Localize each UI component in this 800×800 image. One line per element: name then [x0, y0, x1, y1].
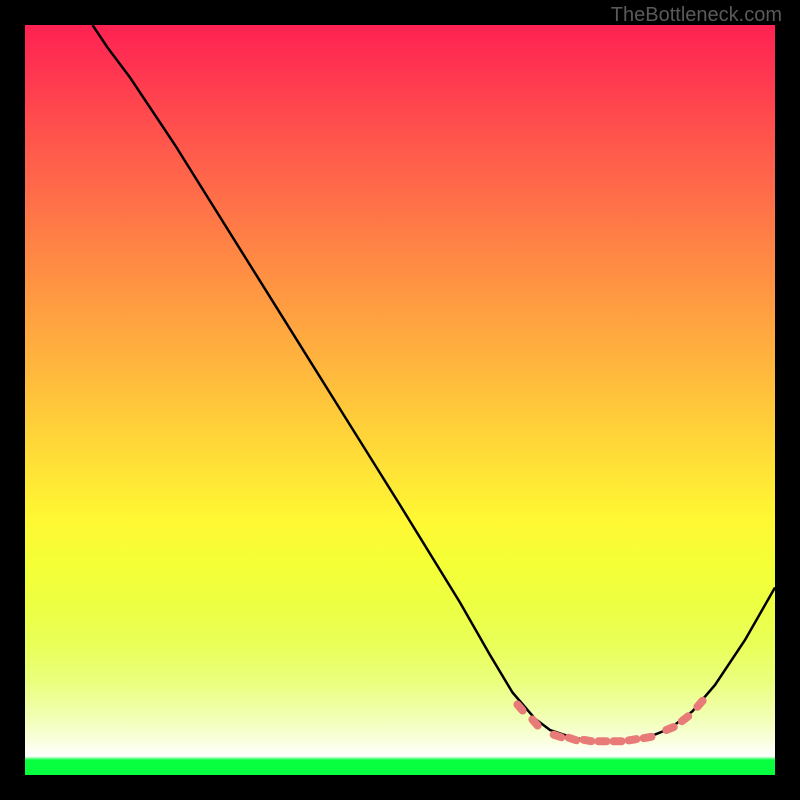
chart-svg — [25, 25, 775, 775]
watermark-text: TheBottleneck.com — [611, 4, 782, 27]
chart-plot-area — [25, 25, 775, 775]
curve-marker — [579, 735, 596, 746]
curve-marker — [610, 737, 626, 745]
curve-marker — [624, 734, 641, 745]
curve-marker — [595, 737, 611, 745]
curve-marker — [564, 733, 582, 746]
curve-marker — [639, 732, 656, 743]
curve-markers — [512, 695, 708, 746]
bottleneck-curve — [93, 25, 776, 741]
